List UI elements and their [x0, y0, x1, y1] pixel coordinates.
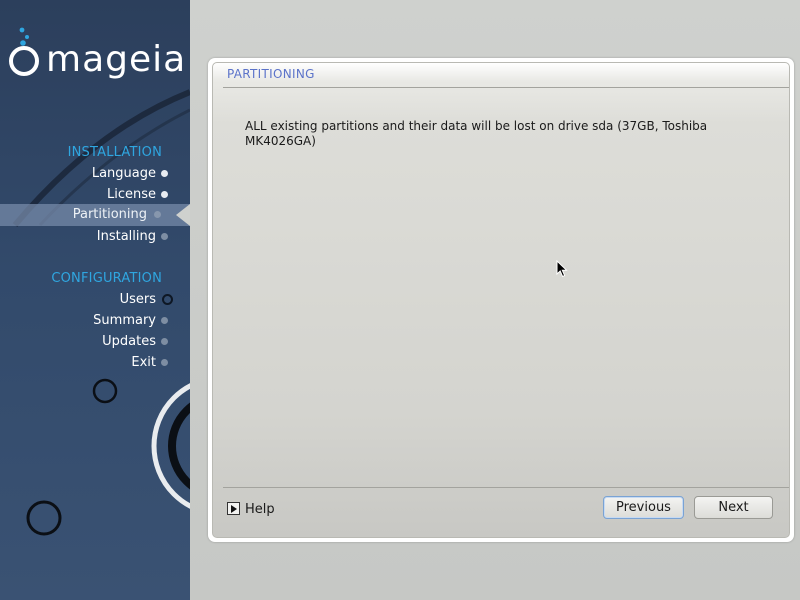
next-button[interactable]: Next — [694, 496, 773, 519]
active-step-arrow-icon — [176, 204, 190, 226]
step-license: License — [0, 184, 168, 205]
step-summary: Summary — [0, 310, 168, 331]
title-divider — [223, 87, 789, 88]
page-title: PARTITIONING — [227, 67, 315, 81]
step-partitioning: Partitioning — [0, 204, 190, 226]
warning-message: ALL existing partitions and their data w… — [245, 119, 708, 148]
step-language: Language — [0, 163, 168, 184]
step-done-dot-icon — [161, 191, 168, 198]
step-pending-dot-icon — [161, 359, 168, 366]
step-label: Installing — [96, 229, 156, 244]
main-panel: PARTITIONING ALL existing partitions and… — [208, 58, 794, 542]
step-exit: Exit — [0, 352, 168, 373]
help-link[interactable]: Help — [227, 501, 275, 519]
step-ring-dot-icon — [162, 294, 173, 305]
section-title-installation: INSTALLATION — [67, 145, 162, 160]
step-installing: Installing — [0, 226, 168, 247]
step-updates: Updates — [0, 331, 168, 352]
expand-triangle-icon — [227, 502, 240, 515]
step-pending-dot-icon — [161, 338, 168, 345]
step-users: Users — [0, 289, 173, 310]
footer-divider — [223, 487, 789, 488]
step-done-dot-icon — [161, 170, 168, 177]
mouse-pointer-icon — [556, 260, 568, 278]
step-label: Users — [119, 292, 156, 307]
section-title-configuration: CONFIGURATION — [51, 271, 162, 286]
step-pending-dot-icon — [161, 317, 168, 324]
step-pending-dot-icon — [161, 233, 168, 240]
sidebar: mageia INSTALLATION Language License Par… — [0, 0, 190, 600]
help-label: Help — [245, 502, 275, 517]
step-label: Updates — [102, 334, 156, 349]
panel-content: PARTITIONING ALL existing partitions and… — [212, 62, 790, 538]
step-label-active: Partitioning — [72, 207, 147, 222]
step-current-dot-icon — [154, 211, 161, 218]
previous-button[interactable]: Previous — [603, 496, 684, 519]
logo-text: mageia — [46, 39, 187, 80]
step-label: License — [106, 187, 156, 202]
step-label: Summary — [93, 313, 156, 328]
step-label: Language — [91, 166, 156, 181]
